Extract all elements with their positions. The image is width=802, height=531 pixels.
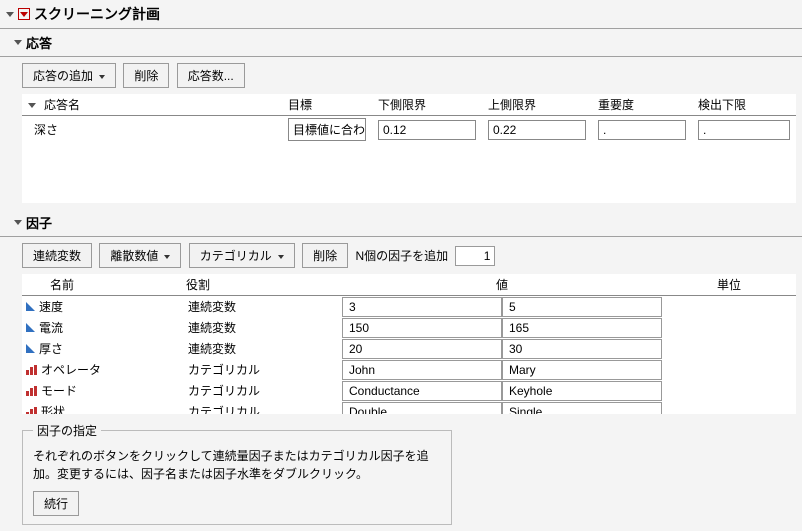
factor-value-high[interactable]: Keyhole	[502, 381, 662, 401]
factor-spec-group: 因子の指定 それぞれのボタンをクリックして連続量因子またはカテゴリカル因子を追加…	[22, 422, 452, 525]
continue-button[interactable]: 続行	[33, 491, 79, 516]
factor-name[interactable]: モード	[22, 380, 182, 401]
col-factor-value: 値	[342, 274, 662, 296]
col-detect: 検出下限	[692, 94, 796, 116]
add-response-button[interactable]: 応答の追加	[22, 63, 116, 88]
factor-name[interactable]: オペレータ	[22, 359, 182, 380]
factor-value-high[interactable]: Single	[502, 402, 662, 415]
continuous-icon	[26, 323, 35, 332]
responses-section-header[interactable]: 応答	[0, 29, 802, 57]
factor-value-low[interactable]: 3	[342, 297, 502, 317]
response-importance[interactable]: .	[598, 120, 686, 140]
factor-spec-text: それぞれのボタンをクリックして連続量因子またはカテゴリカル因子を追加。変更するに…	[33, 447, 441, 483]
table-row[interactable]: 速度連続変数35	[22, 296, 796, 317]
factor-name[interactable]: 形状	[22, 401, 182, 414]
response-lower[interactable]: 0.12	[378, 120, 476, 140]
factor-role[interactable]: 連続変数	[182, 296, 342, 317]
factor-value-low[interactable]: 150	[342, 318, 502, 338]
factors-toolbar: 連続変数 離散数値 カテゴリカル 削除 N個の因子を追加	[22, 243, 796, 268]
col-factor-name: 名前	[22, 274, 182, 296]
categorical-icon	[26, 407, 37, 415]
factor-role[interactable]: 連続変数	[182, 317, 342, 338]
table-row[interactable]: 電流連続変数150165	[22, 317, 796, 338]
col-upper: 上側限界	[482, 94, 592, 116]
factor-name[interactable]: 厚さ	[22, 338, 182, 359]
response-count-button[interactable]: 応答数...	[177, 63, 245, 88]
categorical-icon	[26, 386, 37, 396]
disclosure-icon	[14, 220, 22, 225]
factor-value-low[interactable]: Double	[342, 402, 502, 415]
factor-name[interactable]: 速度	[22, 296, 182, 317]
factors-section-header[interactable]: 因子	[0, 209, 802, 237]
factor-spec-title: 因子の指定	[33, 422, 101, 439]
factor-value-low[interactable]: 20	[342, 339, 502, 359]
responses-title: 応答	[26, 33, 52, 52]
add-continuous-button[interactable]: 連続変数	[22, 243, 92, 268]
factor-value-high[interactable]: 5	[502, 297, 662, 317]
col-name: 応答名	[44, 98, 80, 112]
hotspot-icon[interactable]	[18, 8, 30, 20]
response-name[interactable]: 深さ	[28, 119, 276, 140]
factor-role[interactable]: カテゴリカル	[182, 401, 342, 414]
table-row[interactable]: 厚さ連続変数2030	[22, 338, 796, 359]
factor-value-low[interactable]: John	[342, 360, 502, 380]
factor-name[interactable]: 電流	[22, 317, 182, 338]
col-goal: 目標	[282, 94, 372, 116]
continuous-icon	[26, 344, 35, 353]
disclosure-icon	[14, 40, 22, 45]
delete-factor-button[interactable]: 削除	[302, 243, 348, 268]
response-upper[interactable]: 0.22	[488, 120, 586, 140]
factor-value-high[interactable]: 165	[502, 318, 662, 338]
factor-value-low[interactable]: Conductance	[342, 381, 502, 401]
delete-response-button[interactable]: 削除	[123, 63, 169, 88]
factors-title: 因子	[26, 213, 52, 232]
col-importance: 重要度	[592, 94, 692, 116]
continuous-icon	[26, 302, 35, 311]
col-lower: 下側限界	[372, 94, 482, 116]
add-n-label: N個の因子を追加	[355, 249, 448, 263]
categorical-icon	[26, 365, 37, 375]
add-categorical-button[interactable]: カテゴリカル	[189, 243, 295, 268]
factor-value-high[interactable]: Mary	[502, 360, 662, 380]
table-row[interactable]: 形状カテゴリカルDoubleSingle	[22, 401, 796, 414]
responses-toolbar: 応答の追加 削除 応答数...	[22, 63, 796, 88]
chevron-down-icon	[28, 103, 36, 108]
col-factor-role: 役割	[182, 274, 342, 296]
factors-scroll[interactable]: 速度連続変数35電流連続変数150165厚さ連続変数2030オペレータカテゴリカ…	[22, 296, 796, 414]
factors-table: 名前 役割 値 単位	[22, 274, 796, 296]
table-row[interactable]: 深さ目標値に合わせる 0.12 0.22..	[22, 116, 796, 144]
add-discrete-button[interactable]: 離散数値	[99, 243, 181, 268]
disclosure-icon	[6, 12, 14, 17]
responses-header-row: 応答名 目標 下側限界 上側限界 重要度 検出下限	[22, 94, 796, 116]
factor-role[interactable]: 連続変数	[182, 338, 342, 359]
response-detect[interactable]: .	[698, 120, 790, 140]
factor-value-high[interactable]: 30	[502, 339, 662, 359]
col-factor-unit: 単位	[662, 274, 796, 296]
table-row[interactable]: オペレータカテゴリカルJohnMary	[22, 359, 796, 380]
main-title: スクリーニング計画	[34, 4, 160, 24]
factor-role[interactable]: カテゴリカル	[182, 380, 342, 401]
response-goal[interactable]: 目標値に合わせる	[288, 118, 366, 141]
factors-header-row: 名前 役割 値 単位	[22, 274, 796, 296]
add-n-input[interactable]	[455, 246, 495, 266]
table-row[interactable]: モードカテゴリカルConductanceKeyhole	[22, 380, 796, 401]
factor-role[interactable]: カテゴリカル	[182, 359, 342, 380]
responses-table: 応答名 目標 下側限界 上側限界 重要度 検出下限 深さ目標値に合わせる 0.12…	[22, 94, 796, 143]
main-section-header[interactable]: スクリーニング計画	[0, 0, 802, 29]
